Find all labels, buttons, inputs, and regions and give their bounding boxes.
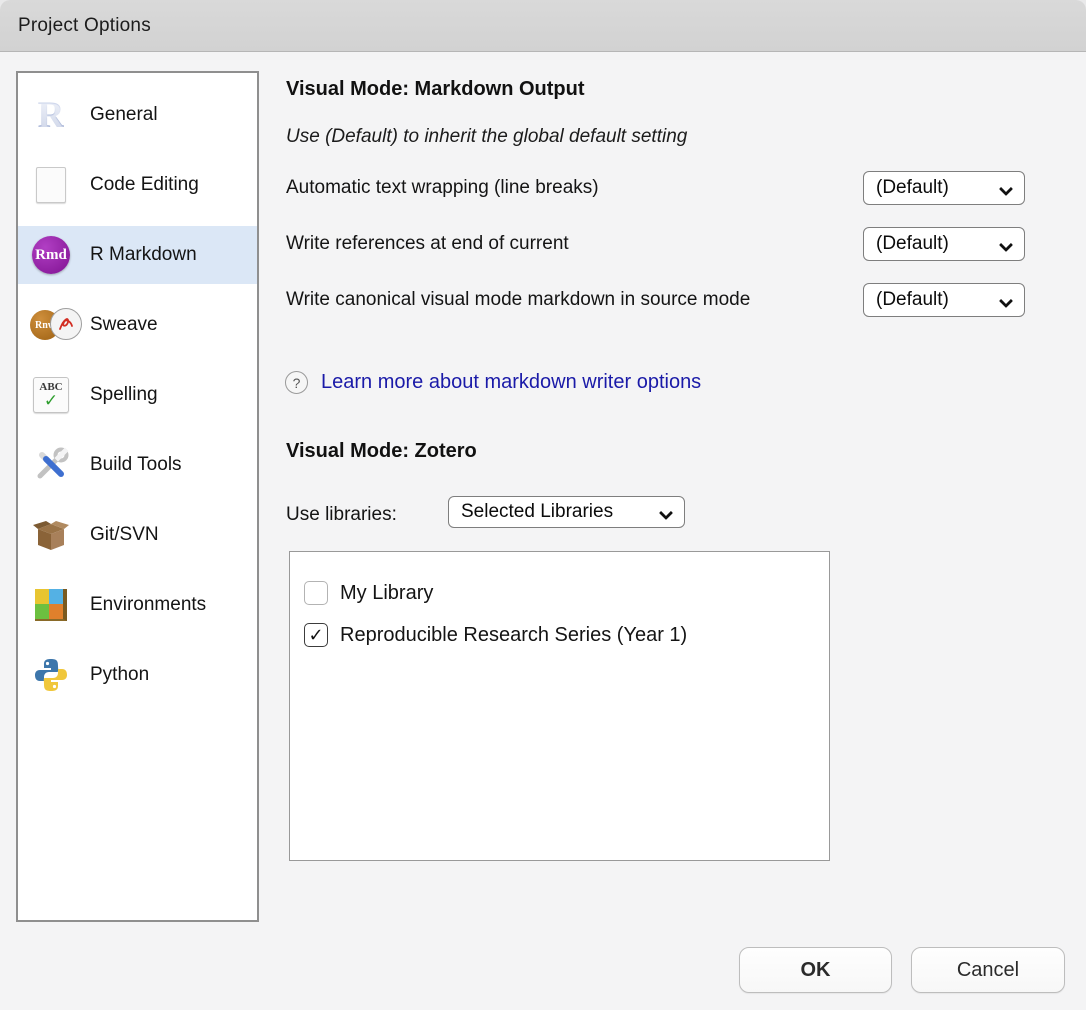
- library-row-reproducible-research: ✓ Reproducible Research Series (Year 1): [304, 614, 815, 656]
- sidebar-item-git-svn[interactable]: Git/SVN: [18, 506, 257, 564]
- zotero-section-title: Visual Mode: Zotero: [286, 440, 477, 463]
- chevron-down-icon: [1001, 239, 1012, 250]
- sidebar-item-label: Build Tools: [90, 454, 182, 476]
- project-options-dialog: Project Options R General Code Editing R…: [0, 0, 1086, 1010]
- sidebar-item-general[interactable]: R General: [18, 86, 257, 144]
- use-libraries-select[interactable]: Selected Libraries: [448, 496, 685, 528]
- option-label-references: Write references at end of current: [286, 229, 846, 258]
- use-libraries-label: Use libraries:: [286, 500, 446, 529]
- sidebar-item-spelling[interactable]: ABC ✓ Spelling: [18, 366, 257, 424]
- sidebar-item-label: Git/SVN: [90, 524, 159, 546]
- zotero-libraries-list: My Library ✓ Reproducible Research Serie…: [289, 551, 830, 861]
- build-tools-icon: [30, 444, 72, 486]
- sidebar-item-r-markdown[interactable]: Rmd R Markdown: [18, 226, 257, 284]
- category-sidebar: R General Code Editing Rmd R Markdown Rn: [16, 71, 259, 922]
- sidebar-item-build-tools[interactable]: Build Tools: [18, 436, 257, 494]
- library-label: Reproducible Research Series (Year 1): [340, 624, 687, 647]
- option-label-text-wrapping: Automatic text wrapping (line breaks): [286, 173, 846, 202]
- sidebar-item-label: R Markdown: [90, 244, 197, 266]
- code-editing-icon: [30, 164, 72, 206]
- help-icon[interactable]: ?: [285, 371, 308, 394]
- sidebar-item-label: Sweave: [90, 314, 158, 336]
- pdf-icon: [50, 308, 82, 340]
- canonical-markdown-select[interactable]: (Default): [863, 283, 1025, 317]
- sidebar-item-sweave[interactable]: Rnw Sweave: [18, 296, 257, 354]
- reproducible-research-checkbox[interactable]: ✓: [304, 623, 328, 647]
- sweave-icon: Rnw: [30, 304, 72, 346]
- sidebar-item-label: General: [90, 104, 158, 126]
- sidebar-item-label: Code Editing: [90, 174, 199, 196]
- r-logo-icon: R: [30, 94, 72, 136]
- option-label-canonical-markdown: Write canonical visual mode markdown in …: [286, 285, 846, 314]
- environments-icon: [30, 584, 72, 626]
- dialog-title: Project Options: [18, 15, 151, 37]
- chevron-down-icon: [1001, 295, 1012, 306]
- help-link-row: ? Learn more about markdown writer optio…: [285, 371, 701, 394]
- sidebar-item-python[interactable]: Python: [18, 646, 257, 704]
- cancel-button[interactable]: Cancel: [911, 947, 1065, 993]
- sidebar-item-label: Python: [90, 664, 149, 686]
- sidebar-item-code-editing[interactable]: Code Editing: [18, 156, 257, 214]
- text-wrapping-select[interactable]: (Default): [863, 171, 1025, 205]
- chevron-down-icon: [661, 507, 672, 518]
- git-svn-icon: [30, 514, 72, 556]
- sidebar-item-label: Spelling: [90, 384, 158, 406]
- ok-button[interactable]: OK: [739, 947, 892, 993]
- chevron-down-icon: [1001, 183, 1012, 194]
- sidebar-item-environments[interactable]: Environments: [18, 576, 257, 634]
- library-label: My Library: [340, 582, 433, 605]
- spelling-icon: ABC ✓: [30, 374, 72, 416]
- default-hint-text: Use (Default) to inherit the global defa…: [286, 126, 687, 148]
- references-select[interactable]: (Default): [863, 227, 1025, 261]
- my-library-checkbox[interactable]: [304, 581, 328, 605]
- markdown-writer-options-link[interactable]: Learn more about markdown writer options: [321, 371, 701, 394]
- library-row-my-library: My Library: [304, 572, 815, 614]
- python-icon: [30, 654, 72, 696]
- r-markdown-icon: Rmd: [30, 234, 72, 276]
- markdown-output-section-title: Visual Mode: Markdown Output: [286, 78, 585, 101]
- title-bar: Project Options: [0, 0, 1086, 52]
- sidebar-item-label: Environments: [90, 594, 206, 616]
